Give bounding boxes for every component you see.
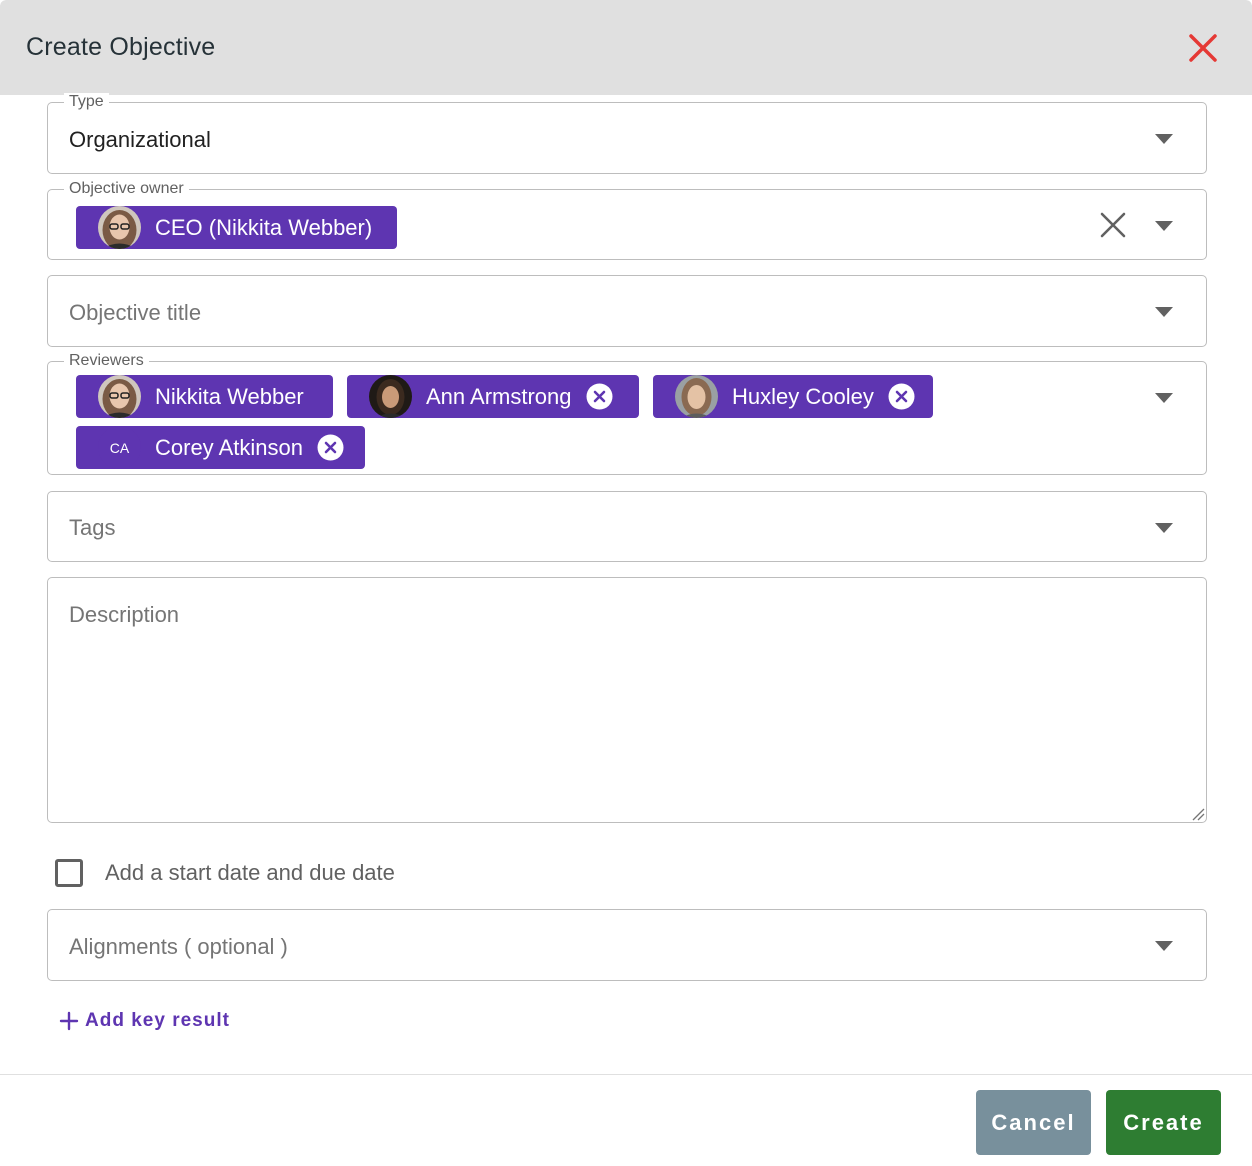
dialog-title: Create Objective [26, 33, 216, 61]
footer-divider [0, 1074, 1252, 1075]
owner-chip[interactable]: CEO (Nikkita Webber) [76, 206, 397, 249]
cancel-button[interactable]: Cancel [976, 1090, 1091, 1155]
chevron-down-icon[interactable] [1154, 220, 1174, 232]
type-label: Type [64, 93, 109, 111]
create-objective-dialog: Create Objective Type Organizational Obj… [0, 0, 1252, 1166]
reviewer-chip-label: Ann Armstrong [426, 383, 572, 409]
reviewers-label: Reviewers [64, 352, 149, 370]
objective-owner-label: Objective owner [64, 180, 189, 198]
close-button[interactable] [1183, 28, 1223, 68]
owner-chip-label: CEO (Nikkita Webber) [155, 214, 373, 240]
tags-select[interactable]: Tags [47, 491, 1207, 562]
remove-chip-icon[interactable] [888, 383, 915, 410]
reviewer-chip-label: Nikkita Webber [155, 383, 304, 409]
reviewer-chip-label: Huxley Cooley [732, 383, 874, 409]
create-button[interactable]: Create [1106, 1090, 1221, 1155]
dates-checkbox[interactable] [55, 859, 83, 887]
plus-icon [59, 1011, 79, 1031]
type-select[interactable]: Type Organizational [47, 93, 1207, 174]
objective-title-placeholder: Objective title [69, 300, 202, 325]
reviewer-chip[interactable]: CA Corey Atkinson [76, 426, 365, 469]
reviewers-select[interactable]: Reviewers Nikkita Webber Ann Armstrong H… [47, 352, 1207, 475]
add-key-result-label: Add key result [85, 1010, 230, 1031]
reviewer-chip[interactable]: Nikkita Webber [76, 375, 333, 418]
objective-title-select[interactable]: Objective title [47, 275, 1207, 347]
avatar: CA [98, 426, 141, 469]
avatar [369, 375, 412, 418]
avatar [98, 375, 141, 418]
clear-icon[interactable] [1098, 210, 1128, 240]
reviewer-chip[interactable]: Huxley Cooley [653, 375, 933, 418]
resize-handle-icon[interactable] [1189, 805, 1205, 821]
alignments-placeholder: Alignments ( optional ) [69, 934, 288, 959]
chevron-down-icon[interactable] [1154, 306, 1174, 318]
close-icon [1189, 34, 1217, 62]
tags-placeholder: Tags [69, 515, 116, 540]
dates-checkbox-label[interactable]: Add a start date and due date [105, 860, 395, 886]
chevron-down-icon[interactable] [1154, 392, 1174, 404]
reviewer-chip-label: Corey Atkinson [155, 434, 303, 460]
alignments-select[interactable]: Alignments ( optional ) [47, 909, 1207, 981]
description-textarea[interactable]: Description [47, 577, 1207, 823]
chevron-down-icon[interactable] [1154, 940, 1174, 952]
dates-checkbox-row[interactable]: Add a start date and due date [55, 858, 395, 888]
objective-owner-select[interactable]: Objective owner CEO (Nikkita Webber) [47, 180, 1207, 260]
add-key-result-button[interactable]: Add key result [59, 1007, 230, 1035]
chevron-down-icon[interactable] [1154, 133, 1174, 145]
avatar [675, 375, 718, 418]
remove-chip-icon[interactable] [317, 434, 344, 461]
chevron-down-icon[interactable] [1154, 522, 1174, 534]
description-placeholder: Description [69, 602, 180, 627]
dialog-header: Create Objective [0, 0, 1252, 95]
avatar [98, 206, 141, 249]
remove-chip-icon[interactable] [586, 383, 613, 410]
type-value: Organizational [69, 127, 211, 152]
reviewer-chip[interactable]: Ann Armstrong [347, 375, 639, 418]
